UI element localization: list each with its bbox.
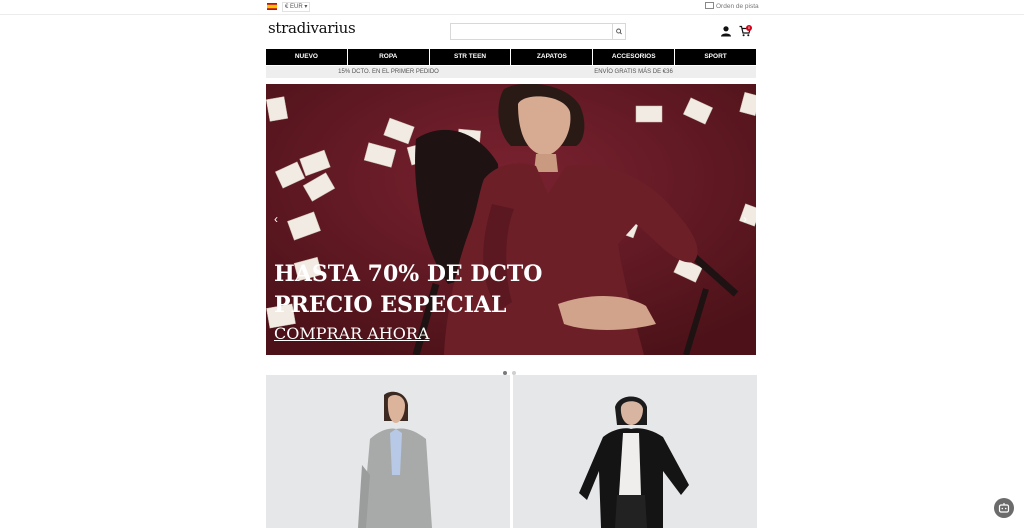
nav-item-str-teen[interactable]: STR TEEN — [429, 49, 512, 65]
main-nav: NUEVO ROPA STR TEEN ZAPATOS ACCESORIOS S… — [266, 49, 756, 65]
flag-spain-icon[interactable] — [267, 3, 277, 10]
nav-item-ropa[interactable]: ROPA — [347, 49, 430, 65]
hero-headline: HASTA 70% DE DCTO — [274, 261, 543, 287]
order-tracking-label: Orden de pista — [716, 3, 759, 10]
model-leather-jacket-image — [579, 396, 689, 528]
chat-button[interactable] — [994, 498, 1014, 518]
nav-item-accesorios[interactable]: ACCESORIOS — [593, 49, 676, 65]
cart-count-badge: 0 — [746, 25, 752, 31]
search-button[interactable] — [612, 24, 625, 39]
shop-now-link[interactable]: COMPRAR AHORA — [274, 324, 429, 343]
category-card-left[interactable] — [266, 375, 510, 528]
hero-banner[interactable]: ‹ › HASTA 70% DE DCTO PRECIO ESPECIAL CO… — [266, 84, 756, 355]
chevron-right-icon[interactable]: › — [739, 212, 751, 226]
nav-item-zapatos[interactable]: ZAPATOS — [511, 49, 594, 65]
promo-discount[interactable]: 15% DCTO. EN EL PRIMER PEDIDO — [266, 66, 511, 78]
currency-selector[interactable]: € EUR ▾ — [282, 2, 311, 12]
top-utility-bar: € EUR ▾ Orden de pista — [0, 0, 1024, 15]
nav-item-sport[interactable]: SPORT — [675, 49, 756, 65]
chevron-left-icon[interactable]: ‹ — [270, 212, 282, 226]
promo-free-shipping[interactable]: ENVÍO GRATIS MÁS DE €36 — [511, 66, 756, 78]
search-input[interactable] — [450, 23, 626, 40]
category-card-right[interactable] — [513, 375, 757, 528]
search-icon — [616, 28, 622, 35]
logo-text: stradivarius — [268, 19, 356, 37]
hero-subheadline: PRECIO ESPECIAL — [274, 292, 507, 318]
model-blazer-image — [358, 391, 432, 528]
nav-item-nuevo[interactable]: NUEVO — [266, 49, 348, 65]
promo-strip: 15% DCTO. EN EL PRIMER PEDIDO ENVÍO GRAT… — [266, 66, 756, 78]
order-tracking-link[interactable]: Orden de pista — [705, 2, 759, 11]
logo[interactable]: stradivarius — [268, 19, 356, 43]
envelope-icon — [705, 2, 714, 9]
user-icon[interactable] — [720, 25, 732, 37]
chat-icon — [998, 503, 1010, 513]
